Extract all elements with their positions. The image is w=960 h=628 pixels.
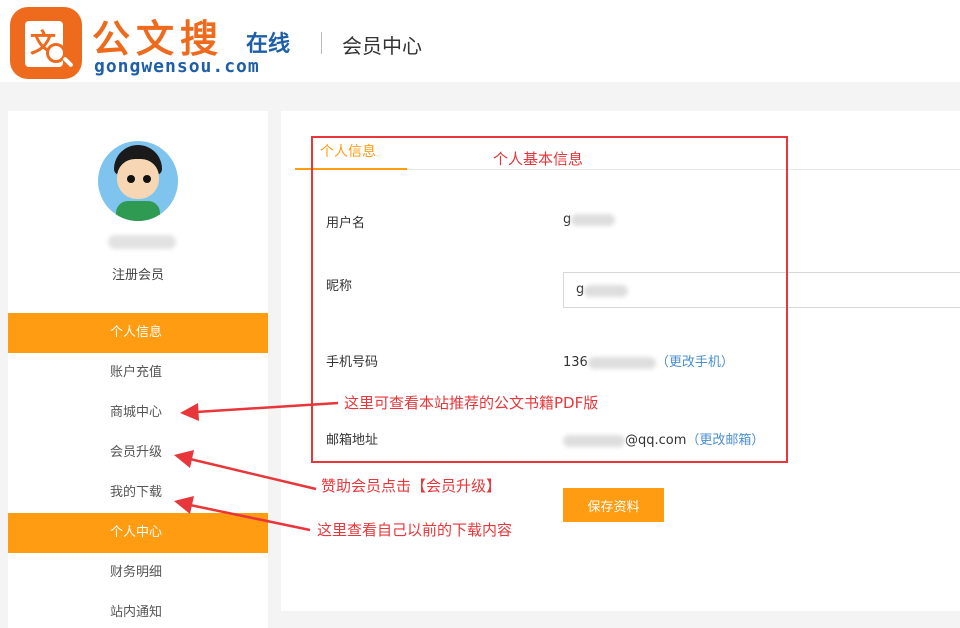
arrow-mall-head — [180, 403, 199, 421]
arrow-downloads-head — [174, 496, 194, 514]
arrow-upgrade-line — [189, 457, 317, 491]
arrow-downloads-line — [189, 503, 311, 532]
annotation-arrows — [174, 401, 339, 532]
arrow-mall-line — [195, 401, 339, 414]
arrow-upgrade-head — [174, 450, 194, 468]
